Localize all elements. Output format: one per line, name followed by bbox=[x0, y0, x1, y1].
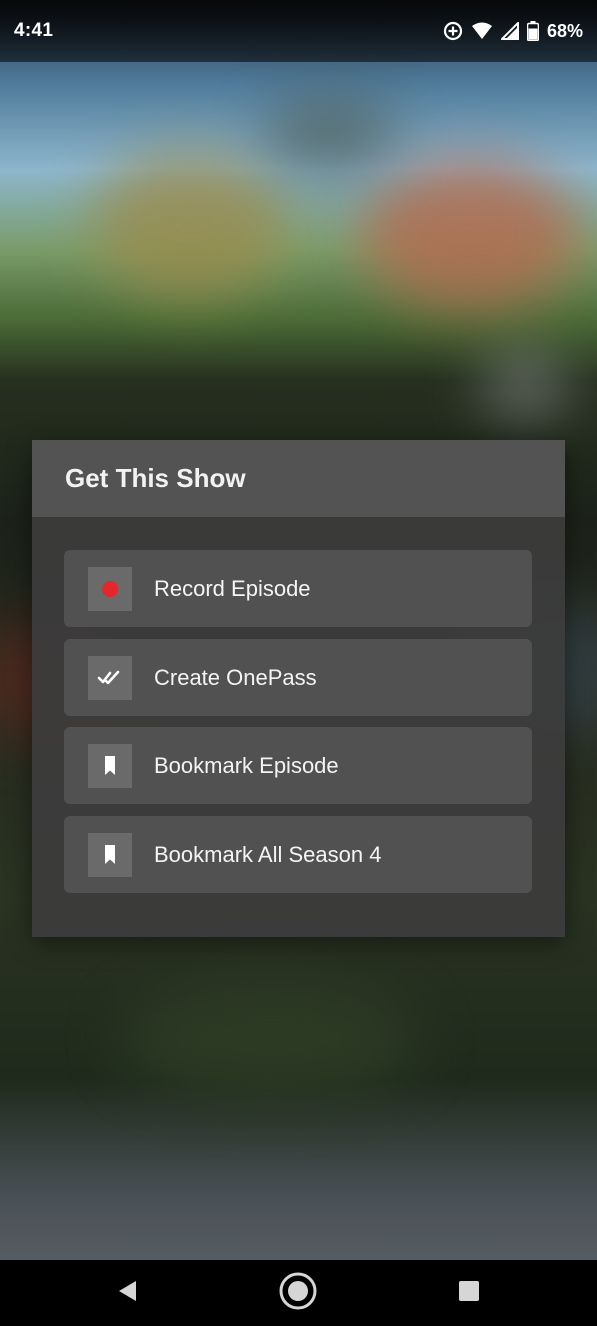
home-button[interactable] bbox=[263, 1260, 333, 1326]
option-label: Create OnePass bbox=[154, 664, 317, 690]
data-saver-icon bbox=[443, 21, 463, 41]
recents-button[interactable] bbox=[434, 1260, 504, 1326]
bookmark-all-season-button[interactable]: Bookmark All Season 4 bbox=[64, 816, 532, 893]
record-episode-button[interactable]: Record Episode bbox=[64, 550, 532, 627]
bookmark-icon bbox=[88, 743, 132, 788]
back-button[interactable] bbox=[92, 1260, 162, 1326]
bookmark-episode-button[interactable]: Bookmark Episode bbox=[64, 727, 532, 804]
status-bar: 4:41 68% bbox=[0, 0, 597, 62]
status-icons: 68% bbox=[443, 21, 583, 42]
status-time: 4:41 bbox=[14, 20, 54, 41]
create-onepass-button[interactable]: Create OnePass bbox=[64, 639, 532, 716]
option-label: Bookmark All Season 4 bbox=[154, 841, 382, 867]
get-this-show-dialog: Get This Show Record Episode Create OneP… bbox=[32, 440, 565, 937]
record-icon bbox=[88, 566, 132, 611]
recents-icon bbox=[458, 1280, 480, 1307]
cell-signal-icon bbox=[500, 22, 519, 40]
battery-percentage: 68% bbox=[546, 20, 583, 41]
dialog-title: Get This Show bbox=[65, 463, 246, 493]
dialog-header: Get This Show bbox=[32, 440, 565, 517]
option-label: Bookmark Episode bbox=[154, 752, 339, 778]
home-icon bbox=[278, 1271, 318, 1316]
back-icon bbox=[116, 1279, 138, 1308]
wifi-icon bbox=[471, 22, 493, 40]
screen: 4:41 68% Get This Show Record Episode Cr… bbox=[0, 0, 597, 1326]
battery-icon bbox=[526, 21, 539, 41]
bookmark-icon bbox=[88, 832, 132, 877]
onepass-check-icon bbox=[88, 655, 132, 700]
option-label: Record Episode bbox=[154, 575, 311, 601]
navigation-bar bbox=[0, 1260, 597, 1326]
